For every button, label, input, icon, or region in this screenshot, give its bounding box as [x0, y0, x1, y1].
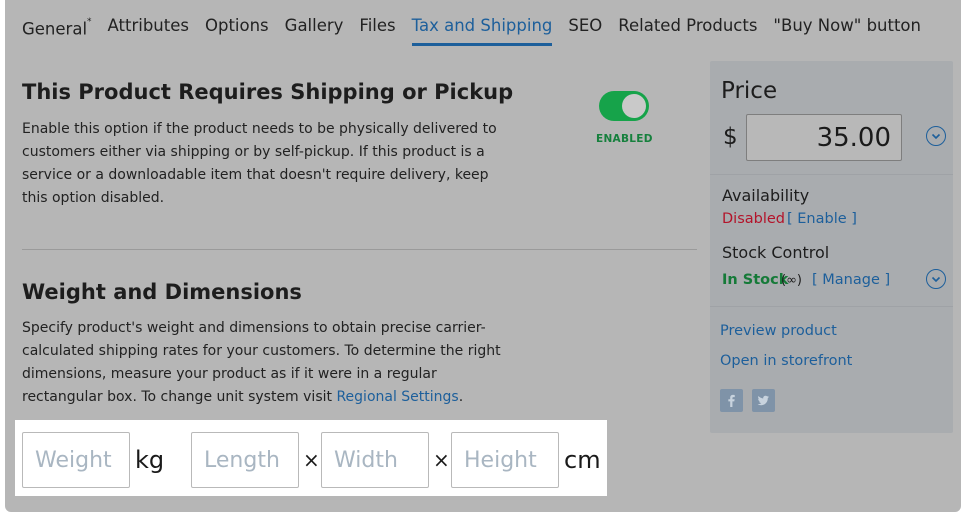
dimensions-panel: kg × × cm [15, 420, 607, 496]
shipping-title: This Product Requires Shipping or Pickup [22, 80, 514, 104]
width-input[interactable] [321, 432, 429, 488]
regional-settings-link[interactable]: Regional Settings [336, 389, 458, 405]
availability-label: Availability [722, 186, 810, 205]
availability-status: Disabled [722, 211, 785, 227]
tab-seo[interactable]: SEO [568, 15, 602, 47]
sidebar-divider [710, 174, 953, 175]
dimension-unit: cm [564, 446, 601, 474]
price-title: Price [721, 78, 778, 104]
height-input[interactable] [451, 432, 559, 488]
weight-input[interactable] [22, 432, 130, 488]
weight-description: Specify product's weight and dimensions … [22, 320, 501, 405]
section-divider [22, 249, 697, 250]
shipping-toggle[interactable] [599, 91, 649, 121]
stock-control-label: Stock Control [722, 243, 830, 262]
tab-related-products[interactable]: Related Products [618, 15, 757, 47]
shipping-description: Enable this option if the product needs … [22, 121, 497, 206]
toggle-knob [622, 94, 646, 118]
tab-bar: General* Attributes Options Gallery File… [22, 15, 937, 47]
currency-symbol: $ [723, 124, 738, 150]
price-expand-chevron-icon[interactable] [926, 126, 946, 146]
product-sidebar: Price $ Availability Disabled [ Enable ]… [710, 61, 953, 433]
open-in-storefront-link[interactable]: Open in storefront [720, 353, 852, 369]
times-sign: × [303, 448, 320, 472]
times-sign: × [433, 448, 450, 472]
sidebar-divider [710, 306, 953, 307]
toggle-state-label: ENABLED [596, 133, 653, 145]
weight-unit: kg [135, 446, 165, 474]
tab-files[interactable]: Files [359, 15, 395, 47]
price-input[interactable] [746, 114, 902, 161]
tab-modified-marker: * [87, 17, 92, 27]
facebook-icon[interactable] [720, 389, 743, 412]
tab-general[interactable]: General* [22, 15, 92, 47]
preview-product-link[interactable]: Preview product [720, 323, 837, 339]
tab-attributes[interactable]: Attributes [108, 15, 189, 47]
stock-status: In Stock [722, 272, 789, 288]
stock-expand-chevron-icon[interactable] [926, 269, 946, 289]
twitter-icon[interactable] [752, 389, 775, 412]
tab-gallery[interactable]: Gallery [285, 15, 344, 47]
enable-link[interactable]: [ Enable ] [787, 211, 857, 227]
stock-quantity: (∞) [781, 273, 802, 288]
weight-title: Weight and Dimensions [22, 280, 302, 304]
manage-stock-link[interactable]: [ Manage ] [812, 272, 890, 288]
tab-tax-and-shipping[interactable]: Tax and Shipping [411, 15, 552, 47]
tab-options[interactable]: Options [205, 15, 269, 47]
length-input[interactable] [191, 432, 299, 488]
tab-buy-now-button[interactable]: "Buy Now" button [773, 15, 921, 47]
